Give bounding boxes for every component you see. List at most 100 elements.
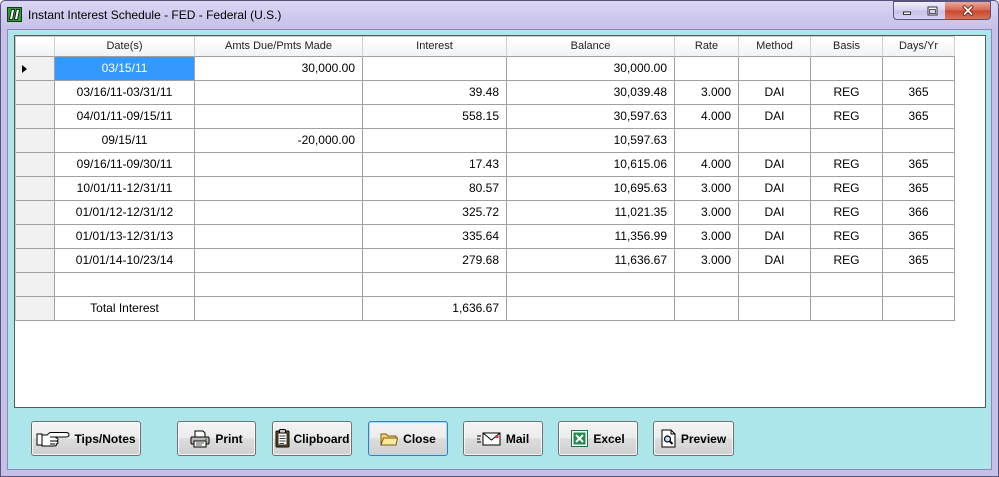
clipboard-button[interactable]: Clipboard (272, 421, 352, 456)
tips-notes-button[interactable]: Tips/Notes (31, 421, 141, 456)
preview-button[interactable]: Preview (653, 421, 734, 456)
cell-balance[interactable]: 10,615.06 (507, 153, 675, 177)
cell-amount[interactable] (195, 105, 363, 129)
cell-amount[interactable] (195, 177, 363, 201)
cell-dates[interactable]: 01/01/12-12/31/12 (55, 201, 195, 225)
cell-basis[interactable]: REG (811, 81, 883, 105)
total-label[interactable]: Total Interest (55, 297, 195, 321)
cell-method[interactable]: DAI (739, 201, 811, 225)
app-logo-icon[interactable] (7, 7, 22, 22)
cell-amount[interactable] (195, 81, 363, 105)
cell-balance[interactable]: 10,695.63 (507, 177, 675, 201)
cell-rate[interactable]: 3.000 (675, 81, 739, 105)
cell-dates[interactable]: 09/16/11-09/30/11 (55, 153, 195, 177)
cell-days[interactable]: 365 (883, 81, 955, 105)
cell-basis[interactable] (811, 273, 883, 297)
cell-method[interactable]: DAI (739, 177, 811, 201)
cell-interest[interactable]: 80.57 (363, 177, 507, 201)
cell-method[interactable]: DAI (739, 153, 811, 177)
cell-method[interactable]: DAI (739, 81, 811, 105)
cell-days[interactable]: 365 (883, 177, 955, 201)
cell-basis[interactable] (811, 297, 883, 321)
cell-rate[interactable] (675, 273, 739, 297)
column-header-dates[interactable]: Date(s) (55, 37, 195, 57)
cell-method[interactable]: DAI (739, 249, 811, 273)
cell-amount[interactable] (195, 225, 363, 249)
row-header[interactable] (16, 177, 55, 201)
row-header[interactable] (16, 153, 55, 177)
cell-basis[interactable] (811, 57, 883, 81)
cell-rate[interactable]: 3.000 (675, 225, 739, 249)
cell-amount[interactable]: 30,000.00 (195, 57, 363, 81)
cell-days[interactable]: 365 (883, 105, 955, 129)
cell-balance[interactable]: 11,356.99 (507, 225, 675, 249)
close-button[interactable]: Close (368, 421, 448, 456)
row-header[interactable] (16, 105, 55, 129)
print-button[interactable]: Print (177, 421, 256, 456)
cell-rate[interactable]: 3.000 (675, 201, 739, 225)
row-header[interactable] (16, 249, 55, 273)
cell-basis[interactable]: REG (811, 177, 883, 201)
cell-amount[interactable] (195, 297, 363, 321)
cell-balance[interactable]: 11,021.35 (507, 201, 675, 225)
cell-interest[interactable]: 558.15 (363, 105, 507, 129)
title-bar[interactable]: Instant Interest Schedule - FED - Federa… (0, 0, 999, 30)
cell-amount[interactable]: -20,000.00 (195, 129, 363, 153)
cell-rate[interactable] (675, 129, 739, 153)
cell-rate[interactable] (675, 297, 739, 321)
cell-basis[interactable]: REG (811, 105, 883, 129)
cell-method[interactable]: DAI (739, 105, 811, 129)
column-header-method[interactable]: Method (739, 37, 811, 57)
cell-interest[interactable] (363, 129, 507, 153)
column-header-amount[interactable]: Amts Due/Pmts Made (195, 37, 363, 57)
row-header[interactable] (16, 201, 55, 225)
column-header-interest[interactable]: Interest (363, 37, 507, 57)
cell-balance[interactable]: 30,597.63 (507, 105, 675, 129)
cell-method[interactable]: DAI (739, 225, 811, 249)
cell-amount[interactable] (195, 249, 363, 273)
cell-dates[interactable]: 09/15/11 (55, 129, 195, 153)
cell-dates[interactable]: 10/01/11-12/31/11 (55, 177, 195, 201)
cell-balance[interactable] (507, 273, 675, 297)
cell-dates[interactable]: 03/15/11 (55, 57, 195, 81)
cell-days[interactable] (883, 129, 955, 153)
cell-dates[interactable]: 01/01/13-12/31/13 (55, 225, 195, 249)
cell-method[interactable] (739, 57, 811, 81)
column-header-rate[interactable]: Rate (675, 37, 739, 57)
cell-method[interactable] (739, 273, 811, 297)
cell-interest[interactable] (363, 57, 507, 81)
cell-dates[interactable]: 04/01/11-09/15/11 (55, 105, 195, 129)
cell-basis[interactable]: REG (811, 201, 883, 225)
cell-amount[interactable] (195, 153, 363, 177)
cell-interest[interactable] (363, 273, 507, 297)
cell-amount[interactable] (195, 273, 363, 297)
cell-dates[interactable]: 01/01/14-10/23/14 (55, 249, 195, 273)
column-header-days[interactable]: Days/Yr (883, 37, 955, 57)
row-header[interactable] (16, 273, 55, 297)
minimize-button[interactable] (893, 1, 920, 20)
cell-days[interactable] (883, 57, 955, 81)
cell-interest[interactable]: 325.72 (363, 201, 507, 225)
cell-rate[interactable]: 4.000 (675, 153, 739, 177)
cell-balance[interactable]: 30,000.00 (507, 57, 675, 81)
row-header[interactable] (16, 225, 55, 249)
cell-basis[interactable]: REG (811, 153, 883, 177)
row-header[interactable] (16, 129, 55, 153)
cell-basis[interactable]: REG (811, 225, 883, 249)
row-header[interactable] (16, 57, 55, 81)
row-header[interactable] (16, 81, 55, 105)
cell-rate[interactable] (675, 57, 739, 81)
column-header-balance[interactable]: Balance (507, 37, 675, 57)
cell-balance[interactable] (507, 297, 675, 321)
cell-days[interactable] (883, 297, 955, 321)
excel-button[interactable]: Excel (558, 421, 638, 456)
cell-basis[interactable] (811, 129, 883, 153)
cell-days[interactable] (883, 273, 955, 297)
maximize-button[interactable] (919, 1, 946, 20)
cell-interest[interactable]: 335.64 (363, 225, 507, 249)
cell-balance[interactable]: 11,636.67 (507, 249, 675, 273)
cell-balance[interactable]: 10,597.63 (507, 129, 675, 153)
cell-days[interactable]: 365 (883, 249, 955, 273)
cell-interest[interactable]: 279.68 (363, 249, 507, 273)
schedule-grid[interactable]: Date(s) Amts Due/Pmts Made Interest Bala… (14, 35, 986, 408)
